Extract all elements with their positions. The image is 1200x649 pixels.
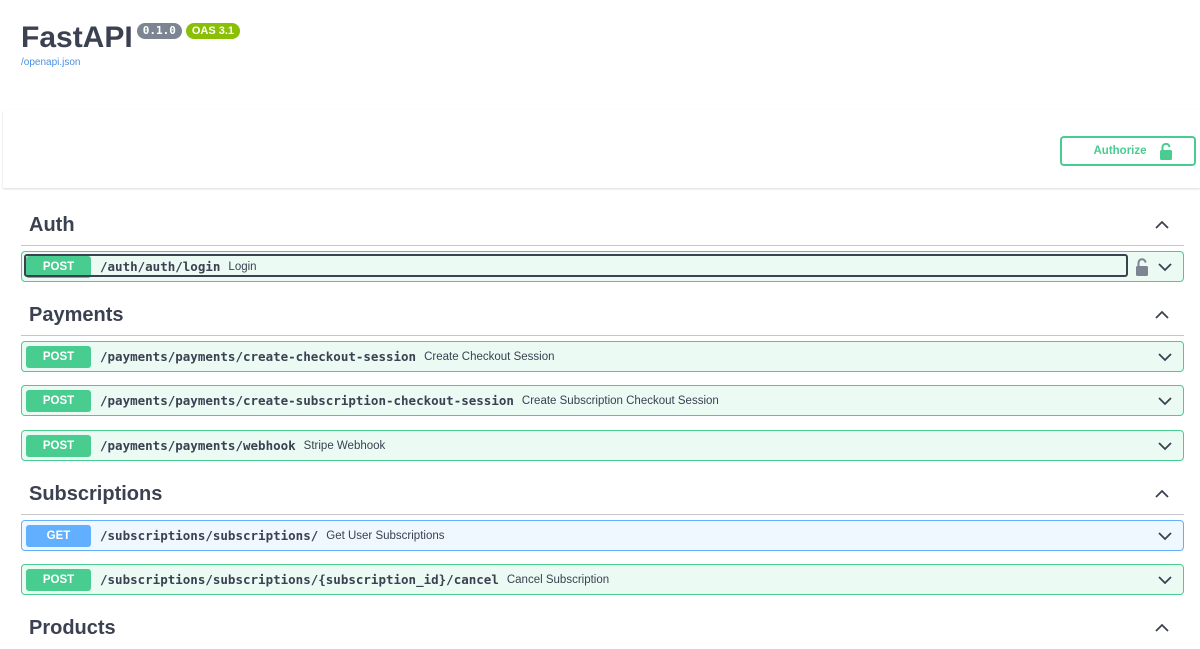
- operation-summary: Login: [228, 260, 257, 273]
- authorize-label: Authorize: [1093, 145, 1147, 157]
- tag-name: Products: [29, 616, 116, 639]
- operation-path: /payments/payments/webhook: [100, 438, 296, 453]
- tag-section-auth: Auth: [21, 205, 1184, 246]
- operation-summary: Create Subscription Checkout Session: [521, 394, 719, 407]
- operation-create-checkout-session[interactable]: POST /payments/payments/create-checkout-…: [21, 341, 1184, 372]
- unlocked-padlock-icon[interactable]: [1135, 258, 1149, 276]
- operation-stripe-webhook[interactable]: POST /payments/payments/webhook Stripe W…: [21, 430, 1184, 461]
- api-info: FastAPI 0.1.0 OAS 3.1 /openapi.json: [21, 20, 241, 68]
- operation-path: /subscriptions/subscriptions/{subscripti…: [100, 572, 499, 587]
- operation-path: /payments/payments/create-checkout-sessi…: [100, 349, 417, 364]
- method-badge: POST: [26, 255, 91, 278]
- openapi-json-link[interactable]: /openapi.json: [21, 57, 240, 68]
- chevron-up-icon: [1155, 220, 1169, 229]
- tag-name: Payments: [29, 303, 124, 326]
- tag-section-subscriptions: Subscriptions: [21, 474, 1184, 515]
- tag-section-payments: Payments: [21, 295, 1184, 336]
- title-row: FastAPI 0.1.0 OAS 3.1: [21, 20, 241, 56]
- operation-path: /auth/auth/login: [100, 259, 221, 274]
- chevron-down-icon[interactable]: [1157, 438, 1173, 454]
- tag-section-products: Products: [21, 608, 1184, 648]
- chevron-down-icon[interactable]: [1157, 572, 1173, 588]
- tag-header-auth[interactable]: Auth: [21, 205, 1184, 246]
- operation-summary: Stripe Webhook: [303, 439, 386, 452]
- method-badge: POST: [26, 568, 91, 591]
- chevron-down-icon[interactable]: [1157, 259, 1173, 275]
- chevron-down-icon[interactable]: [1157, 349, 1173, 365]
- page-title: FastAPI: [21, 21, 133, 54]
- operation-get-user-subscriptions[interactable]: GET /subscriptions/subscriptions/ Get Us…: [21, 520, 1184, 551]
- operation-path: /subscriptions/subscriptions/: [100, 528, 319, 543]
- chevron-up-icon: [1155, 310, 1169, 319]
- tag-header-products[interactable]: Products: [21, 608, 1184, 648]
- tag-name: Auth: [29, 213, 75, 236]
- operation-summary: Create Checkout Session: [424, 350, 555, 363]
- scheme-container: Authorize: [3, 110, 1200, 188]
- method-badge: GET: [26, 524, 91, 547]
- method-badge: POST: [26, 434, 91, 457]
- chevron-up-icon: [1155, 489, 1169, 498]
- authorize-button[interactable]: Authorize: [1060, 136, 1196, 166]
- operation-summary: Cancel Subscription: [506, 573, 610, 586]
- operation-summary: Get User Subscriptions: [326, 529, 445, 542]
- chevron-up-icon: [1155, 623, 1169, 632]
- method-badge: POST: [26, 389, 91, 412]
- version-badge: 0.1.0: [136, 23, 182, 39]
- operation-auth-login[interactable]: POST /auth/auth/login Login: [21, 251, 1184, 282]
- tag-header-payments[interactable]: Payments: [21, 295, 1184, 336]
- method-badge: POST: [26, 345, 91, 368]
- tag-name: Subscriptions: [29, 482, 163, 505]
- operation-create-subscription-checkout-session[interactable]: POST /payments/payments/create-subscript…: [21, 385, 1184, 416]
- chevron-down-icon[interactable]: [1157, 528, 1173, 544]
- unlocked-padlock-icon: [1159, 142, 1172, 160]
- oas-badge: OAS 3.1: [185, 23, 241, 39]
- chevron-down-icon[interactable]: [1157, 393, 1173, 409]
- tag-header-subscriptions[interactable]: Subscriptions: [21, 474, 1184, 515]
- operation-path: /payments/payments/create-subscription-c…: [100, 393, 514, 408]
- operation-cancel-subscription[interactable]: POST /subscriptions/subscriptions/{subsc…: [21, 564, 1184, 595]
